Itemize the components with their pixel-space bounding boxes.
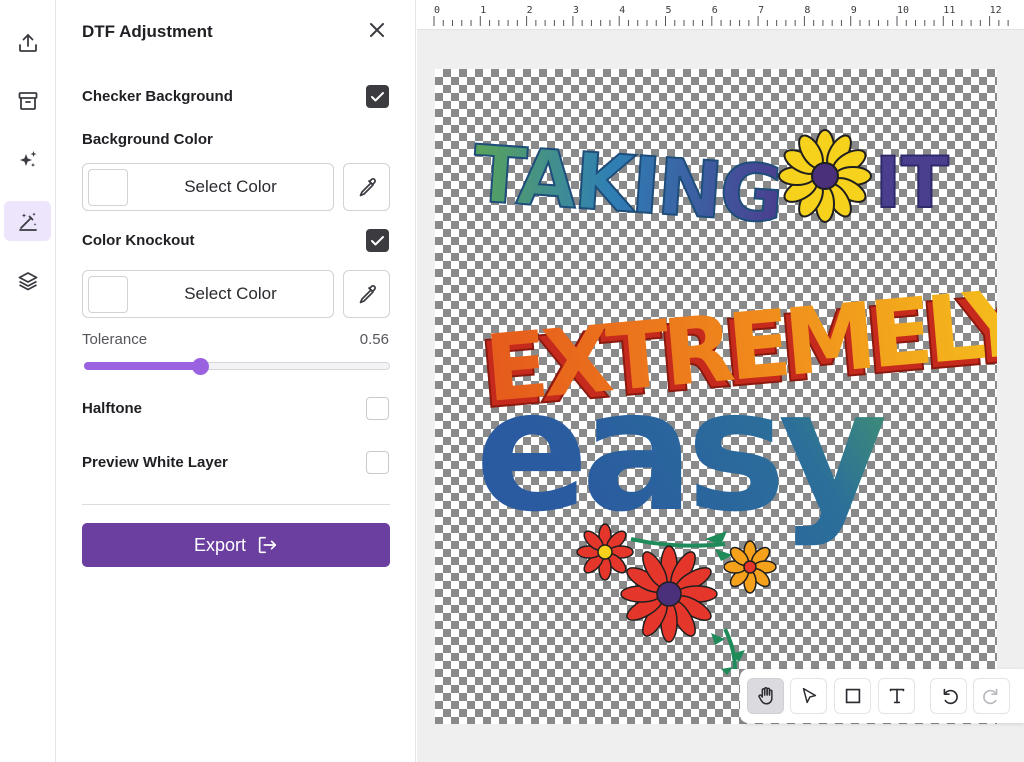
export-button[interactable]: Export: [82, 523, 390, 567]
layers-icon: [18, 272, 37, 291]
dtf-adjustment-panel: DTF Adjustment Checker Background Backgr…: [57, 0, 416, 762]
eyedropper-icon: [359, 285, 376, 304]
canvas-area: 0 1 2 3 4 5 6 7 8 9 10 11 12 TAKING IT E…: [417, 0, 1024, 762]
upload-icon: [18, 34, 37, 52]
text-icon: [889, 688, 904, 704]
artboard[interactable]: TAKING IT EXTREMELY EXTREMELY easy: [435, 69, 997, 724]
ruler-label: 3: [573, 5, 579, 16]
hand-icon: [757, 687, 773, 705]
slider-fill: [84, 362, 201, 370]
export-icon: [258, 536, 277, 554]
ruler-label: 1: [480, 5, 486, 16]
close-button[interactable]: [365, 18, 389, 42]
select-tool-button[interactable]: [790, 678, 827, 714]
color-knockout-checkbox[interactable]: [366, 229, 389, 252]
ruler-label: 12: [990, 5, 1002, 16]
eyedropper-icon: [359, 178, 376, 197]
ruler-label: 10: [897, 5, 909, 16]
check-icon: [371, 236, 384, 246]
color-knockout-label: Color Knockout: [82, 232, 195, 249]
ruler-label: 11: [943, 5, 955, 16]
undo-button[interactable]: [930, 678, 967, 714]
redo-icon: [982, 688, 997, 705]
preview-white-layer-label: Preview White Layer: [82, 454, 228, 471]
divider: [82, 504, 390, 505]
artwork-image: TAKING IT EXTREMELY EXTREMELY easy: [469, 129, 997, 675]
ruler-label: 4: [619, 5, 625, 16]
undo-icon: [943, 688, 958, 705]
ruler-label: 2: [527, 5, 533, 16]
background-color-label: Background Color: [82, 131, 213, 148]
ruler-ticks: 0 1 2 3 4 5 6 7 8 9 10 11 12: [433, 5, 1009, 26]
artwork-line-1: TAKING: [470, 130, 784, 241]
dtf-app: DTF Adjustment Checker Background Backgr…: [0, 0, 1024, 762]
halftone-checkbox[interactable]: [366, 397, 389, 420]
rectangle-tool-button[interactable]: [834, 678, 871, 714]
horizontal-ruler: 0 1 2 3 4 5 6 7 8 9 10 11 12: [417, 0, 1024, 30]
flower-cluster-graphic: [576, 523, 777, 675]
ruler-label: 7: [758, 5, 764, 16]
tolerance-value: 0.56: [359, 331, 389, 348]
background-color-swatch: [88, 169, 128, 206]
sunflower-graphic: [778, 129, 872, 223]
hand-tool-button[interactable]: [747, 678, 784, 714]
artwork-line-1b: IT: [875, 142, 949, 224]
ruler-label: 8: [804, 5, 810, 16]
background-color-select-label: Select Color: [184, 177, 277, 196]
checker-background-checkbox[interactable]: [366, 85, 389, 108]
dtf-adjustment-button[interactable]: [4, 201, 51, 241]
archive-button[interactable]: [4, 81, 51, 121]
knockout-eyedropper-button[interactable]: [343, 270, 390, 318]
ai-tools-button[interactable]: [4, 140, 51, 180]
canvas-toolbar: [740, 669, 1024, 723]
slider-thumb[interactable]: [192, 358, 210, 375]
artwork-line-3: easy: [475, 353, 885, 549]
panel-title: DTF Adjustment: [82, 22, 213, 41]
rectangle-icon: [845, 688, 860, 704]
knockout-color-swatch: [88, 276, 128, 313]
icon-rail: [0, 0, 56, 762]
ruler-label: 0: [434, 5, 440, 16]
checker-background-label: Checker Background: [82, 88, 233, 105]
ruler-label: 6: [712, 5, 718, 16]
ruler-label: 5: [666, 5, 672, 16]
background-eyedropper-button[interactable]: [343, 163, 390, 211]
sparkles-icon: [19, 151, 36, 167]
check-icon: [371, 92, 384, 102]
halftone-label: Halftone: [82, 400, 142, 417]
magic-wand-icon: [18, 212, 37, 231]
tolerance-label: Tolerance: [82, 331, 148, 348]
background-color-select[interactable]: Select Color: [82, 163, 334, 211]
knockout-color-select[interactable]: Select Color: [82, 270, 334, 318]
tolerance-slider[interactable]: [84, 358, 390, 375]
archive-icon: [18, 92, 37, 110]
layers-button[interactable]: [4, 261, 51, 301]
knockout-color-select-label: Select Color: [184, 284, 277, 303]
text-tool-button[interactable]: [878, 678, 915, 714]
export-label: Export: [193, 534, 247, 555]
close-icon: [370, 23, 384, 37]
redo-button[interactable]: [973, 678, 1010, 714]
upload-button[interactable]: [4, 23, 51, 63]
ruler-label: 9: [851, 5, 857, 16]
cursor-icon: [802, 687, 816, 704]
preview-white-layer-checkbox[interactable]: [366, 451, 389, 474]
